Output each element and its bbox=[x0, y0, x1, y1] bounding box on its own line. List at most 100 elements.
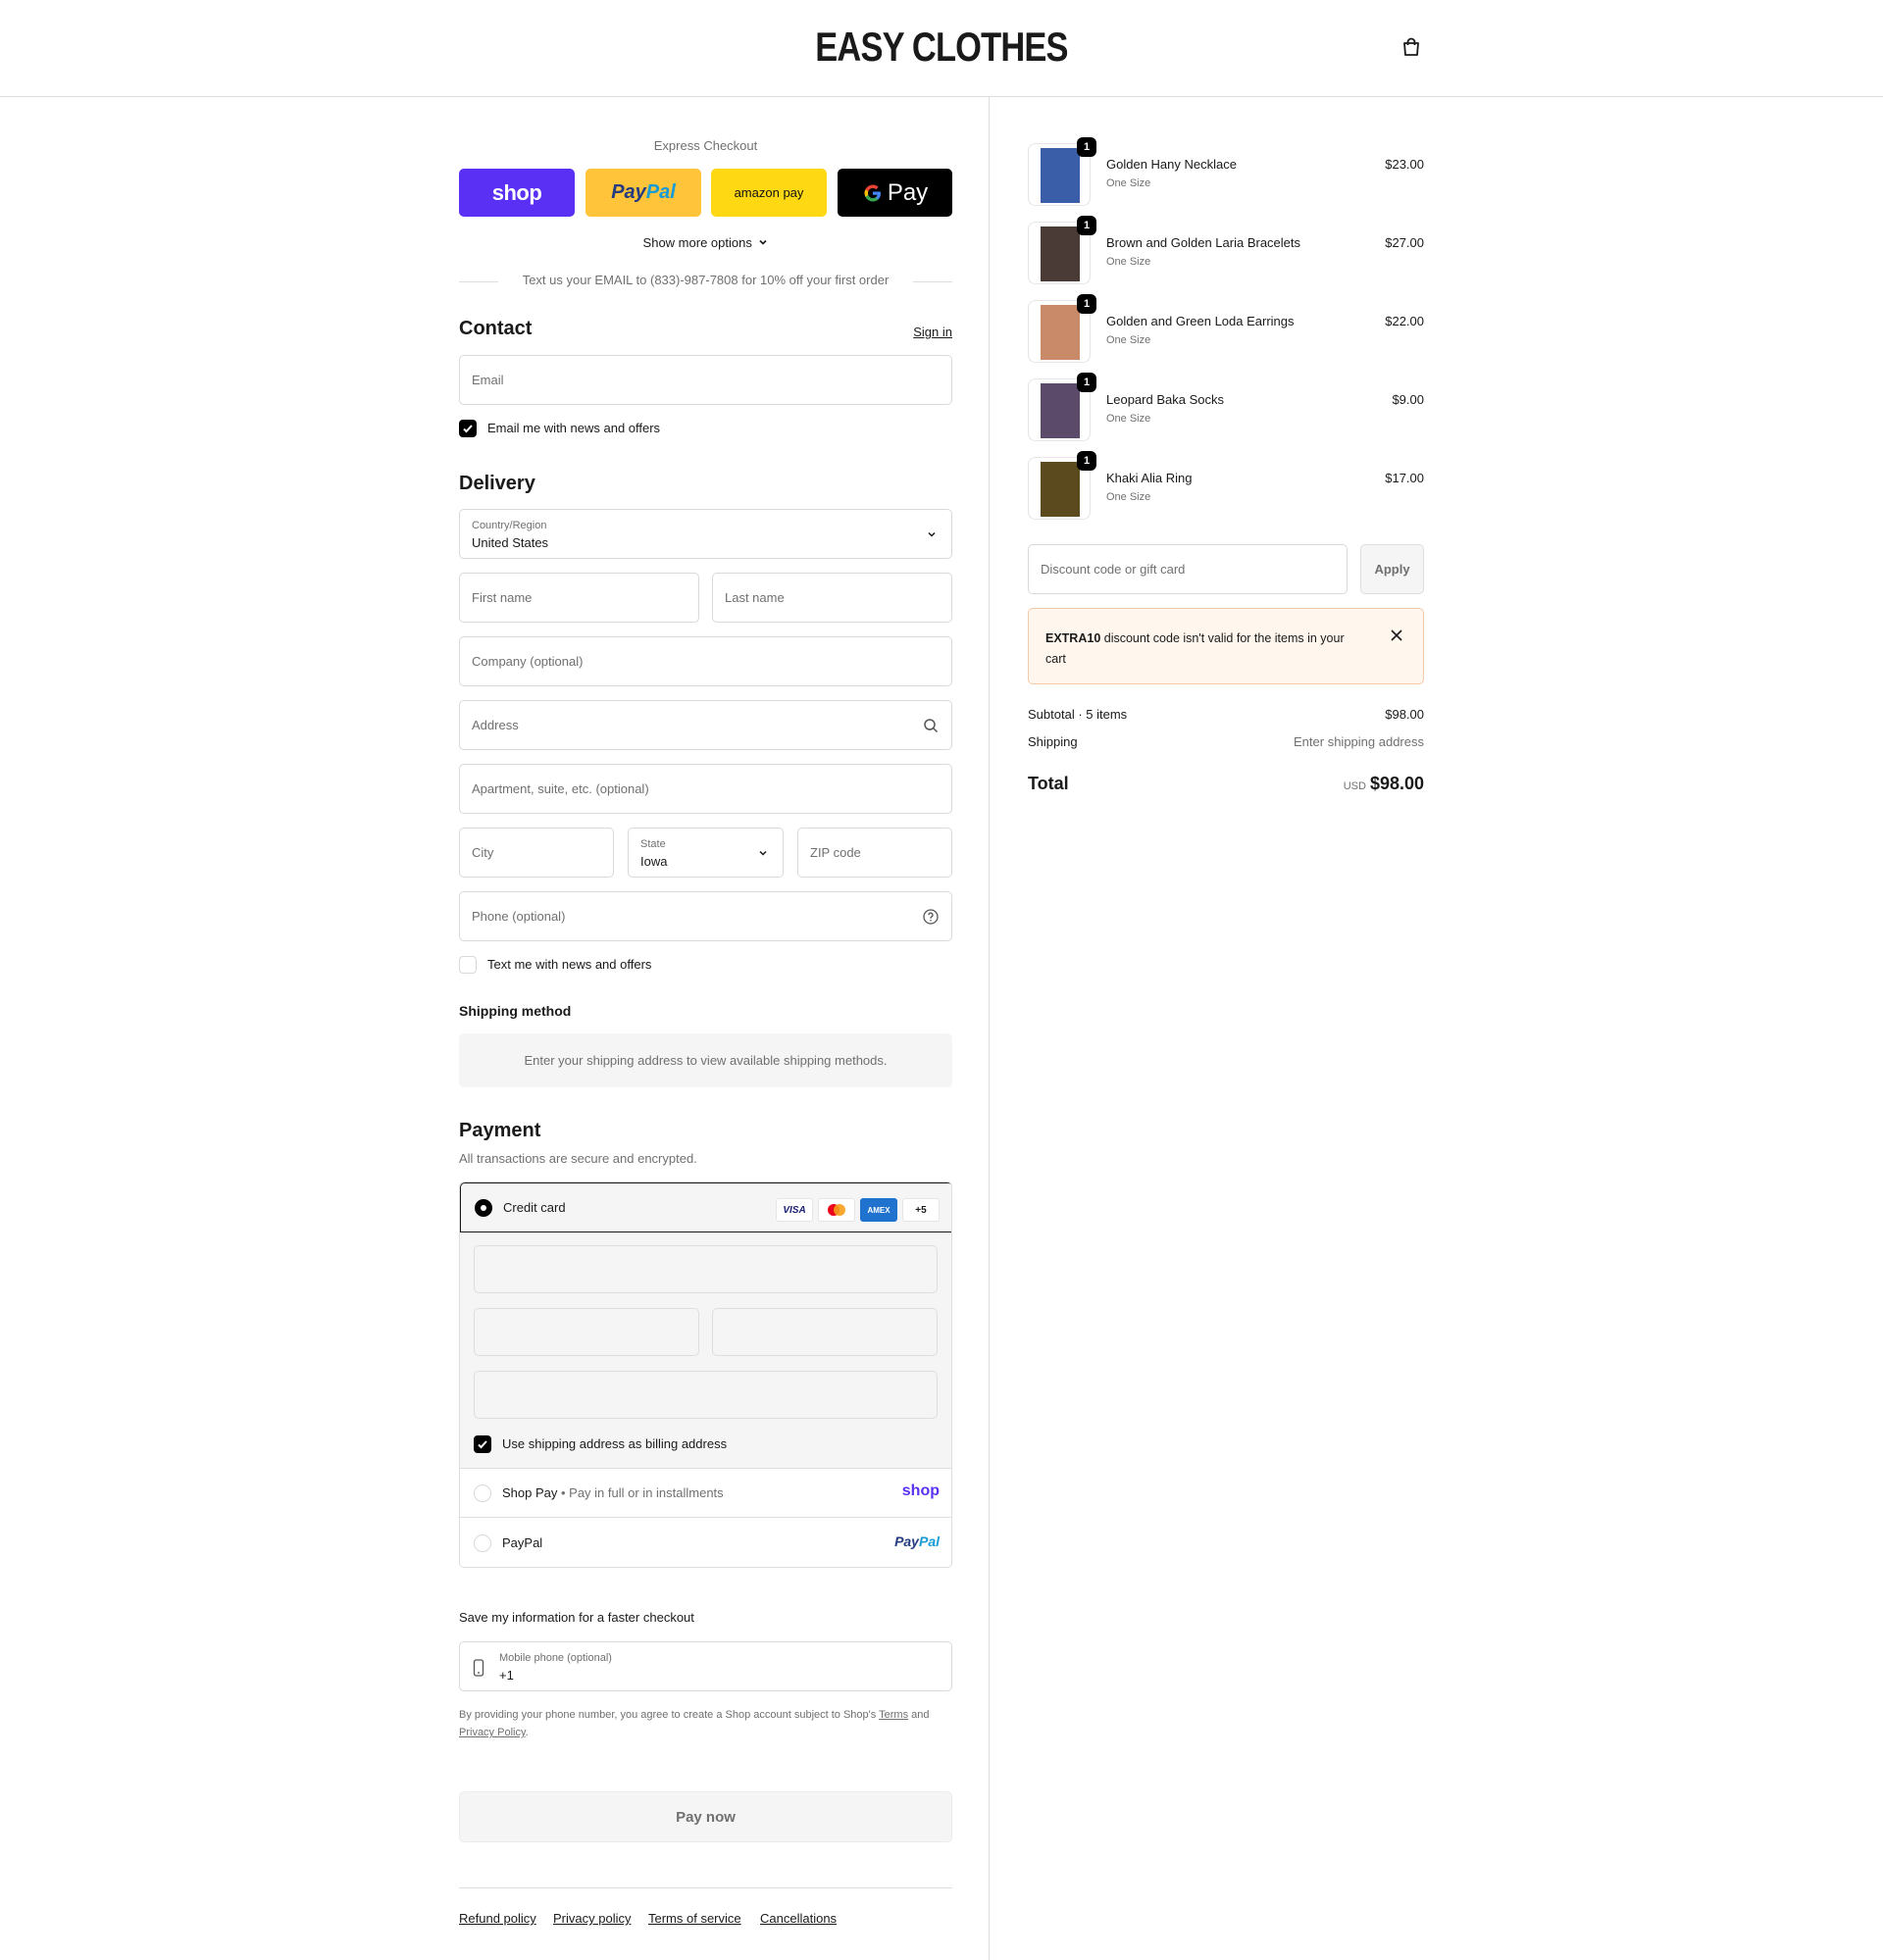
credit-card-option[interactable]: Credit card VISA AMEX +5 bbox=[460, 1182, 951, 1232]
total-value: $98.00 bbox=[1369, 774, 1424, 793]
shop-pay-radio[interactable] bbox=[474, 1484, 491, 1502]
card-number-field[interactable] bbox=[474, 1245, 938, 1293]
chevron-down-icon bbox=[759, 239, 768, 245]
card-cvv-field[interactable] bbox=[712, 1308, 938, 1356]
shipping-row: Shipping Enter shipping address bbox=[1028, 734, 1424, 749]
footer-divider bbox=[459, 1887, 952, 1888]
state-select[interactable]: State Iowa bbox=[628, 828, 784, 878]
mobile-phone-value: +1 bbox=[499, 1668, 514, 1683]
phone-field[interactable]: Phone (optional) bbox=[459, 891, 952, 941]
show-more-options-button[interactable]: Show more options bbox=[459, 235, 952, 250]
city-field[interactable]: City bbox=[459, 828, 614, 878]
checkmark-icon bbox=[478, 1440, 487, 1449]
zip-placeholder: ZIP code bbox=[810, 845, 861, 860]
chevron-down-icon bbox=[928, 531, 936, 537]
cancellations-link[interactable]: Cancellations bbox=[760, 1911, 837, 1926]
paypal-logo: PayPal bbox=[894, 1533, 940, 1549]
discount-warning-banner: EXTRA10 discount code isn't valid for th… bbox=[1028, 608, 1424, 684]
payment-subtitle: All transactions are secure and encrypte… bbox=[459, 1151, 697, 1166]
mobile-phone-field[interactable]: Mobile phone (optional) +1 bbox=[459, 1641, 952, 1691]
refund-policy-link[interactable]: Refund policy bbox=[459, 1911, 536, 1926]
text-news-label: Text me with news and offers bbox=[487, 957, 652, 972]
help-circle-icon[interactable] bbox=[922, 908, 940, 926]
paypal-express-button[interactable]: Pay Pal bbox=[585, 169, 701, 217]
mobile-phone-label: Mobile phone (optional) bbox=[499, 1652, 612, 1664]
total-amount: USD $98.00 bbox=[1344, 774, 1424, 794]
search-icon bbox=[924, 719, 939, 733]
close-icon[interactable] bbox=[1390, 628, 1403, 642]
paypal-radio[interactable] bbox=[474, 1534, 491, 1552]
product-image bbox=[1041, 148, 1080, 203]
product-name: Brown and Golden Laria Bracelets bbox=[1106, 235, 1301, 250]
billing-same-checkbox[interactable] bbox=[474, 1435, 491, 1453]
shop-pay-logo: shop bbox=[491, 179, 542, 205]
discount-code-field[interactable]: Discount code or gift card bbox=[1028, 544, 1348, 594]
first-name-field[interactable]: First name bbox=[459, 573, 699, 623]
phone-placeholder: Phone (optional) bbox=[472, 909, 566, 924]
mobile-phone-icon bbox=[473, 1659, 484, 1677]
country-select[interactable]: Country/Region United States bbox=[459, 509, 952, 559]
terms-of-service-link[interactable]: Terms of service bbox=[648, 1911, 741, 1926]
card-expiry-field[interactable] bbox=[474, 1308, 699, 1356]
product-variant: One Size bbox=[1106, 256, 1151, 268]
pay-now-button[interactable]: Pay now bbox=[459, 1791, 952, 1842]
address-field[interactable]: Address bbox=[459, 700, 952, 750]
payment-heading: Payment bbox=[459, 1120, 541, 1141]
total-row: Total USD $98.00 bbox=[1028, 774, 1424, 797]
quantity-badge: 1 bbox=[1077, 137, 1096, 157]
google-pay-express-button[interactable]: Pay bbox=[838, 169, 952, 217]
paypal-option[interactable]: PayPal PayPal bbox=[460, 1519, 951, 1567]
country-value: United States bbox=[472, 535, 549, 550]
visa-icon: VISA bbox=[776, 1198, 813, 1222]
shop-pay-express-button[interactable]: shop bbox=[459, 169, 575, 217]
email-field[interactable]: Email bbox=[459, 355, 952, 405]
sign-in-link[interactable]: Sign in bbox=[913, 325, 952, 339]
company-field[interactable]: Company (optional) bbox=[459, 636, 952, 686]
apartment-field[interactable]: Apartment, suite, etc. (optional) bbox=[459, 764, 952, 814]
amazon-pay-express-button[interactable]: amazon pay bbox=[711, 169, 827, 217]
product-image bbox=[1041, 226, 1080, 281]
shipping-label: Shipping bbox=[1028, 734, 1078, 749]
line-item: 1 Khaki Alia Ring One Size $17.00 bbox=[1028, 451, 1424, 520]
privacy-policy-link[interactable]: Privacy policy bbox=[553, 1911, 631, 1926]
currency-code: USD bbox=[1343, 780, 1366, 792]
brand-logo[interactable]: EASY CLOTHES bbox=[170, 24, 1713, 71]
text-news-checkbox[interactable] bbox=[459, 956, 477, 974]
product-name: Golden and Green Loda Earrings bbox=[1106, 314, 1295, 328]
shop-privacy-link[interactable]: Privacy Policy bbox=[459, 1727, 526, 1738]
product-price: $17.00 bbox=[1385, 471, 1424, 485]
shopping-bag-icon[interactable] bbox=[1400, 36, 1422, 58]
google-g-icon bbox=[864, 184, 881, 201]
first-name-placeholder: First name bbox=[472, 590, 533, 605]
discount-warning-text: EXTRA10 discount code isn't valid for th… bbox=[1045, 631, 1345, 666]
paypal-logo-part1: Pay bbox=[611, 181, 646, 203]
subtotal-value: $98.00 bbox=[1385, 707, 1424, 722]
shop-pay-option[interactable]: Shop Pay • Pay in full or in installment… bbox=[460, 1469, 951, 1518]
quantity-badge: 1 bbox=[1077, 373, 1096, 392]
subtotal-label: Subtotal · 5 items bbox=[1028, 707, 1128, 722]
city-placeholder: City bbox=[472, 845, 494, 860]
line-item: 1 Golden and Green Loda Earrings One Size $… bbox=[1028, 294, 1424, 363]
zip-field[interactable]: ZIP code bbox=[797, 828, 952, 878]
shop-pay-label: Shop Pay • Pay in full or in installment… bbox=[502, 1485, 724, 1500]
product-image bbox=[1041, 383, 1080, 438]
email-placeholder: Email bbox=[472, 373, 504, 387]
apartment-placeholder: Apartment, suite, etc. (optional) bbox=[472, 781, 649, 796]
shop-terms-link[interactable]: Terms bbox=[879, 1709, 908, 1721]
site-header: EASY CLOTHES bbox=[0, 0, 1883, 97]
shop-pay-logo: shop bbox=[901, 1483, 940, 1499]
country-label: Country/Region bbox=[472, 520, 547, 531]
address-placeholder: Address bbox=[472, 718, 519, 732]
subtotal-row: Subtotal · 5 items $98.00 bbox=[1028, 707, 1424, 722]
state-label: State bbox=[640, 838, 666, 850]
credit-card-radio[interactable] bbox=[475, 1199, 492, 1217]
card-name-field[interactable] bbox=[474, 1371, 938, 1419]
last-name-field[interactable]: Last name bbox=[712, 573, 952, 623]
credit-card-label: Credit card bbox=[503, 1200, 566, 1215]
total-label: Total bbox=[1028, 774, 1069, 793]
shipping-method-heading: Shipping method bbox=[459, 1003, 572, 1019]
email-news-checkbox[interactable] bbox=[459, 420, 477, 437]
quantity-badge: 1 bbox=[1077, 216, 1096, 235]
more-cards-badge: +5 bbox=[902, 1198, 940, 1222]
apply-discount-button[interactable]: Apply bbox=[1360, 544, 1424, 594]
